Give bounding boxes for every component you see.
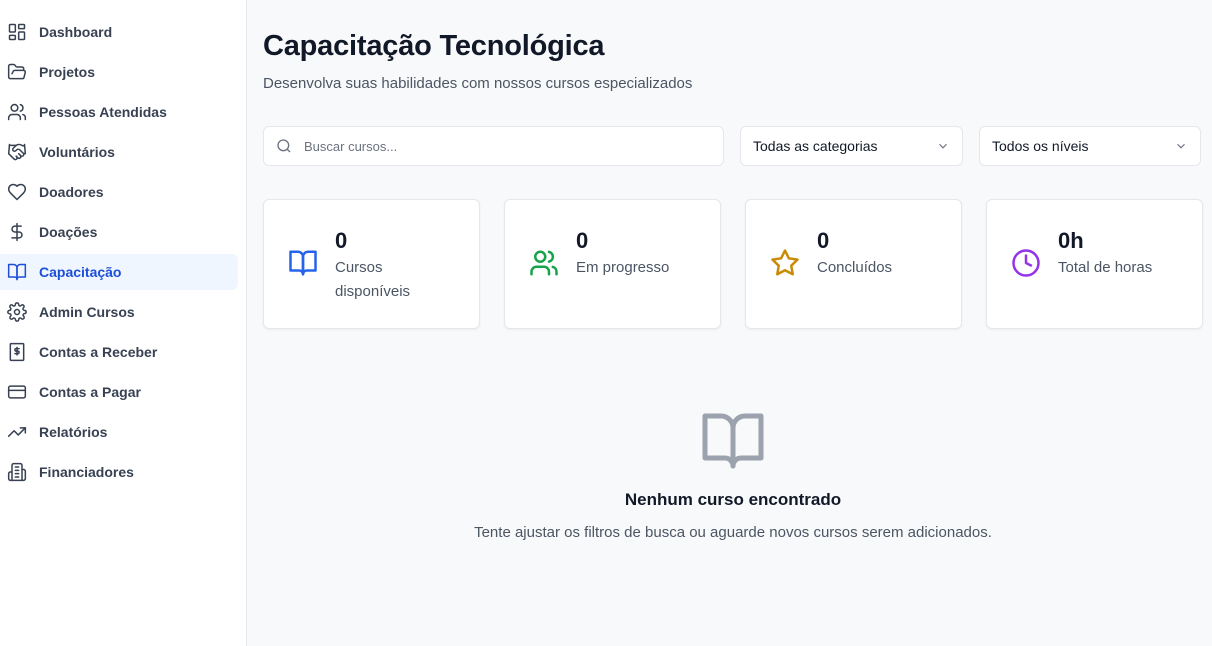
search-icon <box>277 139 291 153</box>
book-open-icon <box>7 262 27 282</box>
sidebar-item-label: Voluntários <box>39 144 115 160</box>
stat-label: Concluídos <box>817 259 893 276</box>
search-input[interactable] <box>304 138 684 154</box>
sidebar-item-admin-cursos[interactable]: Admin Cursos <box>0 294 238 330</box>
level-select[interactable]: Todos os níveis <box>979 126 1201 166</box>
sidebar-item-pessoas-atendidas[interactable]: Pessoas Atendidas <box>0 94 238 130</box>
app-root: Dashboard Projetos Pessoas Atendidas Vol… <box>0 0 1212 646</box>
sidebar-item-label: Relatórios <box>39 424 108 440</box>
folder-open-icon <box>7 62 27 82</box>
sidebar-item-label: Dashboard <box>39 24 113 40</box>
stat-value: 0 <box>335 228 348 253</box>
sidebar-item-label: Contas a Pagar <box>39 384 141 400</box>
stat-label: Cursos disponíveis <box>335 259 411 300</box>
sidebar-item-label: Doações <box>39 224 98 240</box>
sidebar-item-doacoes[interactable]: Doações <box>0 214 238 250</box>
filters-bar: Todas as categorias Todos os níveis <box>263 126 1203 166</box>
stat-card-in-progress: 0 Em progresso <box>504 199 721 329</box>
sidebar-item-contas-a-pagar[interactable]: Contas a Pagar <box>0 374 238 410</box>
chevron-down-icon <box>1177 143 1185 149</box>
sidebar-item-projetos[interactable]: Projetos <box>0 54 238 90</box>
book-open-icon <box>288 248 318 278</box>
trending-up-icon <box>7 422 27 442</box>
stat-value: 0 <box>817 228 830 253</box>
clock-icon <box>1011 248 1041 278</box>
sidebar-item-capacitacao[interactable]: Capacitação <box>0 254 238 290</box>
empty-state: Nenhum curso encontrado Tente ajustar os… <box>263 410 1203 541</box>
chevron-down-icon <box>939 143 947 149</box>
handshake-icon <box>7 142 27 162</box>
users-icon <box>529 248 559 278</box>
page-title: Capacitação Tecnológica <box>263 30 605 62</box>
sidebar-item-label: Projetos <box>39 64 96 80</box>
sidebar-item-relatorios[interactable]: Relatórios <box>0 414 238 450</box>
credit-card-icon <box>7 382 27 402</box>
level-select-value: Todos os níveis <box>992 138 1089 154</box>
search-box[interactable] <box>263 126 724 166</box>
sidebar-item-label: Capacitação <box>39 264 122 280</box>
sidebar-item-label: Financiadores <box>39 464 134 480</box>
stat-label: Total de horas <box>1058 259 1153 276</box>
sidebar-item-label: Pessoas Atendidas <box>39 104 167 120</box>
sidebar-item-doadores[interactable]: Doadores <box>0 174 238 210</box>
page-subtitle: Desenvolva suas habilidades com nossos c… <box>263 75 693 92</box>
stat-label: Em progresso <box>576 259 670 276</box>
sidebar: Dashboard Projetos Pessoas Atendidas Vol… <box>0 0 247 646</box>
empty-state-text: Tente ajustar os filtros de busca ou agu… <box>474 524 992 541</box>
sidebar-item-label: Admin Cursos <box>39 304 135 320</box>
empty-state-title: Nenhum curso encontrado <box>624 490 842 509</box>
sidebar-item-voluntarios[interactable]: Voluntários <box>0 134 238 170</box>
receipt-icon <box>7 342 27 362</box>
stat-value: 0 <box>576 228 589 253</box>
stat-card-total-hours: 0h Total de horas <box>986 199 1203 329</box>
building-icon <box>7 462 27 482</box>
stats-row: 0 Cursos disponíveis 0 Em progresso 0 Co… <box>263 199 1203 329</box>
sidebar-item-label: Contas a Receber <box>39 344 158 360</box>
stat-card-completed: 0 Concluídos <box>745 199 962 329</box>
book-open-icon <box>701 410 765 470</box>
star-icon <box>770 248 800 278</box>
stat-card-available-courses: 0 Cursos disponíveis <box>263 199 480 329</box>
heart-icon <box>7 182 27 202</box>
stat-value: 0h <box>1058 228 1084 253</box>
sidebar-item-financiadores[interactable]: Financiadores <box>0 454 238 490</box>
users-icon <box>7 102 27 122</box>
category-select-value: Todas as categorias <box>753 138 878 154</box>
dollar-icon <box>7 222 27 242</box>
sidebar-item-contas-a-receber[interactable]: Contas a Receber <box>0 334 238 370</box>
main-content: Capacitação Tecnológica Desenvolva suas … <box>247 0 1212 646</box>
category-select[interactable]: Todas as categorias <box>740 126 963 166</box>
sidebar-item-label: Doadores <box>39 184 104 200</box>
dashboard-icon <box>7 22 27 42</box>
gear-icon <box>7 302 27 322</box>
sidebar-item-dashboard[interactable]: Dashboard <box>0 14 238 50</box>
